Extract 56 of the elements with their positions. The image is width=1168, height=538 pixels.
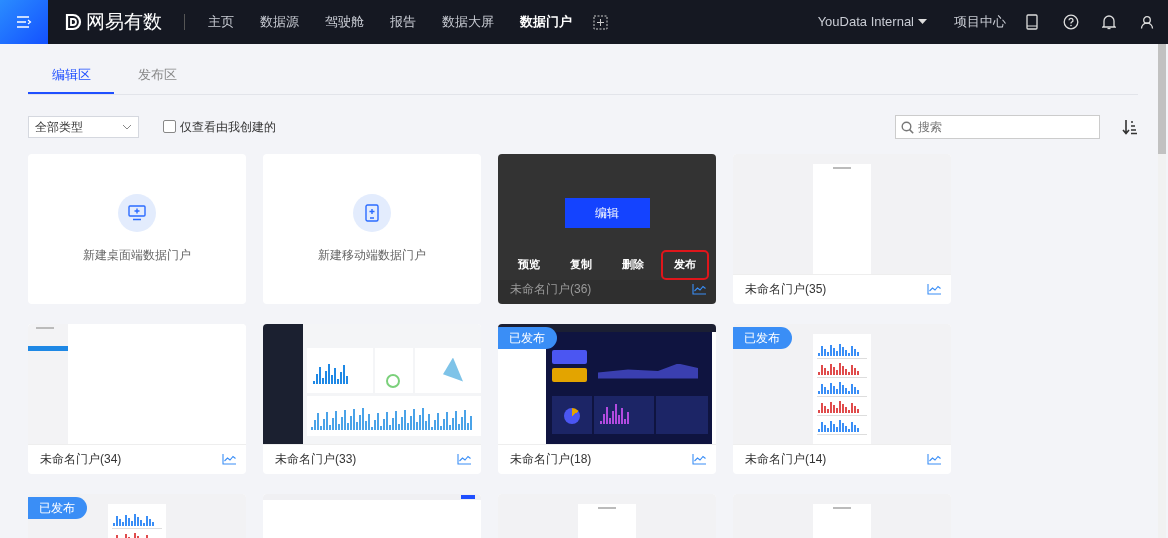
create-portal-card[interactable]: 新建移动端数据门户 — [263, 153, 481, 304]
nav-link[interactable]: 报告 — [390, 12, 416, 32]
sort-icon[interactable] — [1122, 118, 1138, 135]
logo-icon — [64, 13, 82, 31]
line-chart-icon — [457, 453, 471, 465]
portal-name: 未命名门户(34) — [40, 451, 122, 468]
line-chart-icon — [222, 453, 236, 465]
portal-card[interactable]: 未命名门户(34) — [28, 323, 246, 474]
project-center-link[interactable]: 项目中心 — [954, 12, 1006, 32]
create-label: 新建移动端数据门户 — [318, 246, 426, 264]
search-icon — [901, 120, 914, 134]
nav-link[interactable]: 数据门户 — [520, 12, 572, 32]
portal-card[interactable]: 未命名门户(36) 编辑 预览 复制 删除 发布 — [498, 153, 716, 304]
edit-button[interactable]: 编辑 — [564, 197, 650, 228]
tab[interactable]: 编辑区 — [28, 65, 114, 94]
add-screen-icon[interactable] — [593, 14, 608, 30]
portal-name: 未命名门户(35) — [745, 281, 827, 298]
checkbox[interactable] — [163, 120, 176, 133]
help-icon[interactable] — [1063, 14, 1079, 30]
workspace-dropdown[interactable]: YouData Internal — [817, 12, 927, 32]
search-field[interactable]: 搜索 — [895, 114, 1100, 139]
nav-link[interactable]: 驾驶舱 — [325, 12, 364, 32]
action-button[interactable]: 复制 — [557, 249, 605, 280]
tablet-icon[interactable] — [1026, 14, 1038, 30]
menu-button[interactable] — [0, 0, 48, 44]
portal-name: 未命名门户(33) — [275, 451, 357, 468]
menu-icon — [16, 15, 32, 29]
user-icon[interactable] — [1140, 15, 1154, 29]
portal-card[interactable]: 已发布 未命名门户(18) — [498, 323, 716, 474]
create-portal-card[interactable]: 新建桌面端数据门户 — [28, 153, 246, 304]
nav-link[interactable]: 数据源 — [260, 12, 299, 32]
portal-name: 未命名门户(14) — [745, 451, 827, 468]
portal-card[interactable]: 已发布 未命名门户(14) — [733, 323, 951, 474]
portal-name: 未命名门户(18) — [510, 451, 592, 468]
action-button[interactable]: 发布 — [661, 249, 709, 280]
line-chart-icon — [927, 453, 941, 465]
create-label: 新建桌面端数据门户 — [83, 246, 191, 264]
scrollbar[interactable] — [1158, 44, 1166, 538]
caret-down-icon — [918, 19, 927, 25]
line-chart-icon — [927, 283, 941, 295]
checkbox-label: 仅查看由我创建的 — [180, 118, 276, 136]
portal-card[interactable]: 未命名门户(33) — [263, 323, 481, 474]
nav-link[interactable]: 数据大屏 — [442, 12, 494, 32]
action-button[interactable]: 预览 — [505, 249, 553, 280]
portal-card[interactable]: 未命名门户(35) — [733, 153, 951, 304]
chevron-down-icon — [122, 123, 132, 130]
line-chart-icon — [692, 283, 706, 295]
mobile-add-icon — [353, 193, 391, 232]
line-chart-icon — [692, 453, 706, 465]
type-select[interactable]: 全部类型 — [28, 115, 139, 138]
action-button[interactable]: 删除 — [609, 249, 657, 280]
brand-name: 网易有数 — [86, 9, 162, 34]
monitor-add-icon — [118, 193, 156, 232]
nav-link[interactable]: 主页 — [208, 12, 234, 32]
notification-icon[interactable] — [1102, 14, 1116, 30]
portal-name: 未命名门户(36) — [510, 281, 592, 298]
